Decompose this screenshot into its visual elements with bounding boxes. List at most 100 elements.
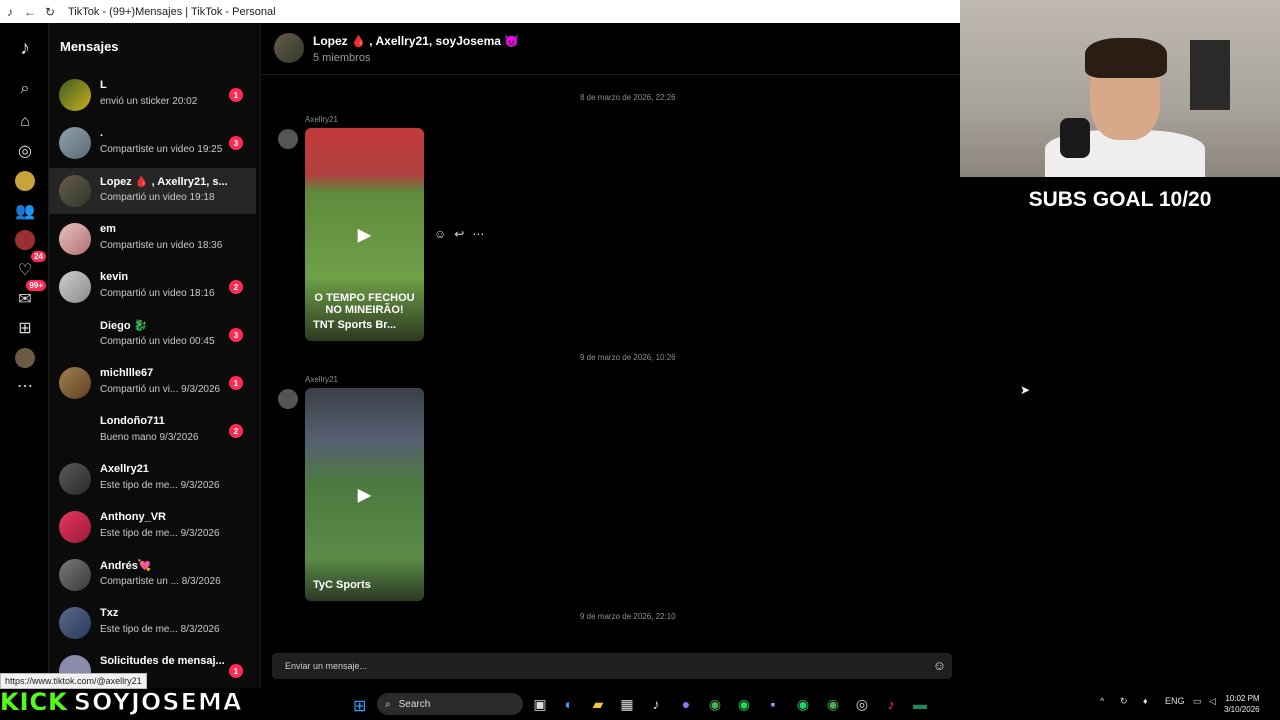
- conversation-item[interactable]: Txz Este tipo de me... 8/3/2026: [49, 600, 256, 646]
- conversation-name: .: [100, 127, 104, 139]
- react-icon[interactable]: ☺: [434, 227, 446, 241]
- nav-rail: ♪ ⌕ ⌂ ◎ 👥 ♡ 24 ✉ 99+ ⊞ ⋯: [0, 23, 49, 688]
- chat-panel: Lopez 🩸 , Axellry21, soyJosema 👿 5 miemb…: [262, 23, 960, 688]
- conversation-item[interactable]: . Compartiste un video 19:25 3: [49, 120, 256, 166]
- kick-channel-name: SOYJOSEMA: [73, 688, 243, 717]
- windows-start-icon[interactable]: ⊞: [353, 696, 366, 716]
- obs-icon[interactable]: ◎: [853, 696, 871, 714]
- conversation-preview: Compartiste un video 18:36: [100, 240, 223, 251]
- mouse-cursor-icon: ➤: [1020, 383, 1031, 397]
- file-explorer-icon[interactable]: ▰: [589, 696, 607, 714]
- message-actions: ☺ ↩ ⋯: [434, 227, 484, 241]
- avatar: [59, 79, 91, 111]
- group-avatar[interactable]: [274, 33, 304, 63]
- message-sender: Axellry21: [305, 375, 338, 384]
- chrome-icon[interactable]: ◉: [706, 696, 724, 714]
- conversation-name: Diego 🐉: [100, 320, 148, 332]
- unread-badge: 3: [229, 328, 243, 342]
- conversation-preview: Bueno mano 9/3/2026: [100, 432, 199, 443]
- unread-badge: 1: [229, 664, 243, 678]
- avatar: [59, 127, 91, 159]
- shared-video[interactable]: ▶ TyC Sports: [305, 388, 424, 601]
- conversation-item[interactable]: L envió un sticker 20:02 1: [49, 72, 256, 118]
- group-members[interactable]: 5 miembros: [313, 52, 370, 64]
- conversation-preview: Este tipo de me... 9/3/2026: [100, 528, 220, 539]
- message-timestamp: 9 de marzo de 2026, 22:10: [580, 612, 676, 621]
- conversation-item[interactable]: michllle67 Compartió un vi... 9/3/2026 1: [49, 360, 256, 406]
- conversation-preview: Este tipo de me... 9/3/2026: [100, 480, 220, 491]
- language-indicator[interactable]: ENG: [1165, 696, 1185, 706]
- whatsapp-icon[interactable]: ◉: [794, 696, 812, 714]
- message-timestamp: 8 de marzo de 2026, 22:26: [580, 93, 676, 102]
- system-clock[interactable]: 10:02 PM 3/10/2026: [1224, 693, 1260, 715]
- group-name[interactable]: Lopez 🩸 , Axellry21, soyJosema 👿: [313, 34, 519, 48]
- explore-icon[interactable]: ◎: [12, 138, 38, 164]
- more-options-icon[interactable]: ⋯: [472, 227, 484, 241]
- more-icon[interactable]: ⋯: [12, 373, 38, 399]
- chrome-profile-icon[interactable]: ◉: [824, 696, 842, 714]
- taskbar-search-label: Search: [398, 698, 431, 710]
- home-icon[interactable]: ⌂: [12, 109, 38, 135]
- tiktok-logo-icon[interactable]: ♪: [12, 35, 38, 61]
- upload-icon[interactable]: ⊞: [12, 315, 38, 341]
- kick-channel-banner: KICK SOYJOSEMA: [0, 688, 243, 717]
- browser-titlebar: ♪ ← ↻ TikTok - (99+)Mensajes | TikTok - …: [0, 0, 960, 23]
- status-url: https://www.tiktok.com/@axellry21: [0, 673, 147, 689]
- avatar: [59, 607, 91, 639]
- edge-icon[interactable]: ◐: [560, 696, 578, 714]
- friends-icon[interactable]: 👥: [12, 198, 38, 224]
- tiktok-live-icon[interactable]: ♪: [882, 696, 900, 714]
- conversation-name: Axellry21: [100, 463, 149, 475]
- terminal-icon[interactable]: ▬: [911, 696, 929, 714]
- unread-badge: 1: [229, 376, 243, 390]
- shared-video[interactable]: ▶ O TEMPO FECHOU NO MINEIRÃO! TNT Sports…: [305, 128, 424, 341]
- avatar[interactable]: [278, 389, 298, 409]
- search-icon[interactable]: ⌕: [12, 76, 38, 102]
- microphone-icon[interactable]: ♦: [1143, 696, 1148, 706]
- microphone-shape: [1060, 118, 1090, 158]
- back-icon[interactable]: ←: [20, 2, 40, 22]
- profile-avatar-icon[interactable]: [15, 348, 35, 368]
- messages-icon[interactable]: ✉ 99+: [12, 280, 46, 312]
- conversation-item[interactable]: Diego 🐉 Compartió un video 00:45 3: [49, 312, 256, 358]
- tiktok-app-icon[interactable]: ♪: [647, 696, 665, 714]
- video-caption: TyC Sports: [313, 579, 371, 591]
- conversation-item[interactable]: Anthony_VR Este tipo de me... 9/3/2026: [49, 504, 256, 550]
- tray-chevron-icon[interactable]: ^: [1100, 696, 1104, 706]
- conversation-name: Txz: [100, 607, 119, 619]
- notifications-badge: 24: [31, 251, 46, 262]
- play-icon: ▶: [357, 484, 372, 504]
- conversation-name: L: [100, 79, 107, 91]
- message-input[interactable]: Enviar un mensaje... ☺: [272, 653, 952, 679]
- reply-icon[interactable]: ↩: [454, 227, 464, 241]
- tiktok-favicon-icon: ♪: [7, 4, 13, 19]
- conversation-item[interactable]: Axellry21 Este tipo de me... 9/3/2026: [49, 456, 256, 502]
- conversation-item-active[interactable]: Lopez 🩸 , Axellry21, s... Compartió un v…: [49, 168, 256, 214]
- unread-badge: 2: [229, 280, 243, 294]
- conversation-preview: envió un sticker 20:02: [100, 96, 198, 107]
- window-title: TikTok - (99+)Mensajes | TikTok - Person…: [68, 5, 276, 18]
- task-view-icon[interactable]: ▣: [531, 696, 549, 714]
- taskbar-search[interactable]: ⌕ Search: [377, 693, 523, 715]
- conversation-item[interactable]: kevin Compartió un video 18:16 2: [49, 264, 256, 310]
- following-avatar-icon[interactable]: [15, 171, 35, 191]
- avatar: [59, 463, 91, 495]
- emoji-icon[interactable]: ☺: [933, 658, 946, 673]
- store-icon[interactable]: ▦: [618, 696, 636, 714]
- conversation-item[interactable]: em Compartiste un video 18:36: [49, 216, 256, 262]
- spotify-icon[interactable]: ◉: [735, 696, 753, 714]
- tray-update-icon[interactable]: ↻: [1120, 696, 1128, 707]
- network-icon[interactable]: ▭: [1193, 696, 1202, 707]
- avatar: [59, 511, 91, 543]
- conversation-item[interactable]: Londoño711 Bueno mano 9/3/2026 2: [49, 408, 256, 454]
- conversation-preview: Compartió un video 00:45: [100, 336, 215, 347]
- avatar: [59, 367, 91, 399]
- avatar[interactable]: [278, 129, 298, 149]
- conversation-item[interactable]: Andrés💘 Compartiste un ... 8/3/2026: [49, 552, 256, 598]
- volume-icon[interactable]: ◁: [1209, 696, 1216, 707]
- live-avatar-icon[interactable]: [15, 230, 35, 250]
- premiere-icon[interactable]: ▪: [764, 696, 782, 714]
- discord-icon[interactable]: ●: [677, 696, 695, 714]
- reload-icon[interactable]: ↻: [40, 2, 60, 22]
- message-input-placeholder: Enviar un mensaje...: [285, 661, 368, 671]
